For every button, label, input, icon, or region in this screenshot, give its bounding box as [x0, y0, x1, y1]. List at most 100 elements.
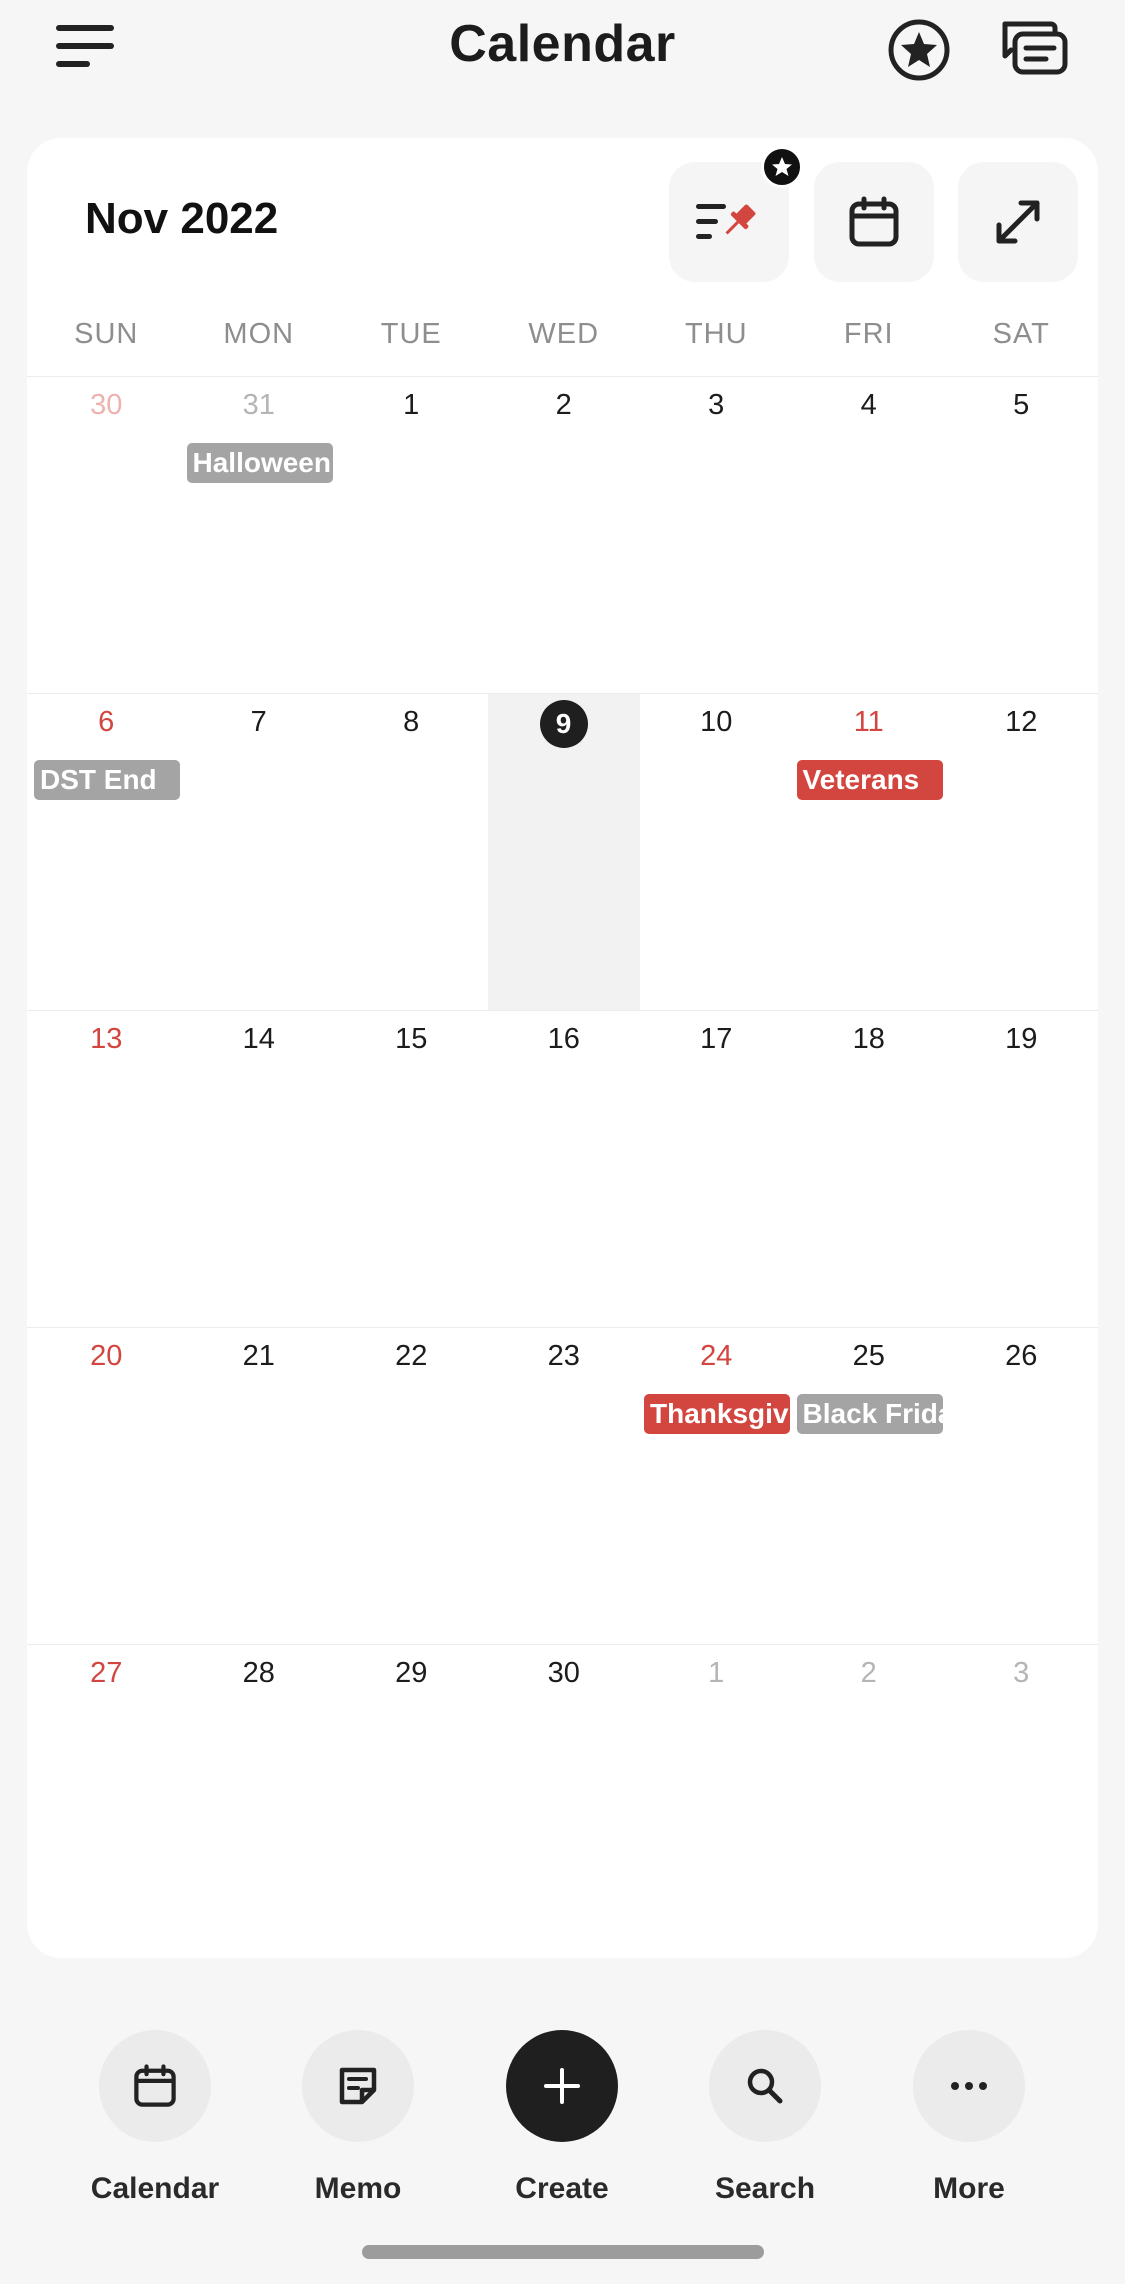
day-number: 21	[242, 1340, 275, 1372]
day-cell[interactable]: 1	[335, 377, 488, 693]
day-cell[interactable]: 11 Veterans	[793, 694, 946, 1010]
event-chip[interactable]: Thanksgiving	[644, 1394, 790, 1434]
day-cell[interactable]: 1	[640, 1645, 793, 1958]
weekday-label: THU	[684, 318, 748, 350]
messages-button[interactable]	[995, 12, 1075, 84]
day-cell[interactable]: 2	[488, 377, 641, 693]
day-cell[interactable]: 18	[793, 1011, 946, 1327]
day-cell[interactable]: 12	[945, 694, 1098, 1010]
day-number: 29	[395, 1657, 428, 1689]
day-cell[interactable]: 30	[30, 377, 183, 693]
day-number: 18	[852, 1023, 885, 1055]
day-cell[interactable]: 23	[488, 1328, 641, 1644]
event-chip[interactable]: DST End	[34, 760, 180, 800]
day-number: 31	[242, 389, 275, 421]
weekday-label: FRI	[843, 318, 894, 350]
week-row: 13 14 15 16 17 18 19	[27, 1010, 1098, 1327]
day-cell[interactable]: 7	[183, 694, 336, 1010]
day-number: 20	[90, 1340, 123, 1372]
day-cell[interactable]: 17	[640, 1011, 793, 1327]
bottom-nav: Calendar Memo Create Search More	[0, 2030, 1125, 2210]
nav-search-label: Search	[714, 2172, 816, 2205]
event-chip[interactable]: Black Friday	[796, 1394, 943, 1434]
pinned-list-icon	[696, 204, 756, 239]
day-cell[interactable]: 8	[335, 694, 488, 1010]
nav-more[interactable]: More	[869, 2030, 1069, 2206]
nav-search[interactable]: Search	[665, 2030, 865, 2206]
day-number: 1	[403, 389, 420, 421]
day-cell[interactable]: 26	[945, 1328, 1098, 1644]
nav-create-label: Create	[515, 2172, 609, 2205]
day-number: 7	[250, 706, 267, 738]
day-cell[interactable]: 28	[183, 1645, 336, 1958]
day-cell[interactable]: 24 Thanksgiving	[640, 1328, 793, 1644]
nav-calendar-circle[interactable]	[99, 2030, 211, 2142]
day-cell[interactable]: 22	[335, 1328, 488, 1644]
day-cell[interactable]: 3	[640, 377, 793, 693]
day-number: 1	[708, 1657, 725, 1689]
nav-more-circle[interactable]	[913, 2030, 1025, 2142]
day-cell[interactable]: 16	[488, 1011, 641, 1327]
day-number: 14	[242, 1023, 275, 1055]
event-chip[interactable]: Veterans	[796, 760, 943, 800]
nav-memo[interactable]: Memo	[258, 2030, 458, 2206]
star-circle-icon	[888, 19, 950, 81]
event-chip[interactable]: Halloween	[186, 443, 333, 483]
top-bar: Calendar	[0, 0, 1125, 110]
day-cell[interactable]: 29	[335, 1645, 488, 1958]
day-cell[interactable]: 2	[793, 1645, 946, 1958]
day-number: 23	[547, 1340, 580, 1372]
favorites-button[interactable]	[883, 14, 955, 86]
day-cell[interactable]: 3	[945, 1645, 1098, 1958]
calendar-view-button[interactable]	[814, 162, 934, 282]
day-cell[interactable]: 30	[488, 1645, 641, 1958]
day-number: 19	[1005, 1023, 1038, 1055]
day-number: 8	[403, 706, 420, 738]
day-cell[interactable]: 5	[945, 377, 1098, 693]
day-number: 22	[395, 1340, 428, 1372]
day-cell[interactable]: 15	[335, 1011, 488, 1327]
month-title[interactable]: Nov 2022	[85, 194, 278, 244]
day-number: 30	[547, 1657, 580, 1689]
day-number: 13	[90, 1023, 123, 1055]
day-number: 2	[555, 389, 572, 421]
nav-create[interactable]: Create	[462, 2030, 662, 2206]
day-number: 4	[860, 389, 877, 421]
day-cell[interactable]: 27	[30, 1645, 183, 1958]
day-cell[interactable]: 31 Halloween	[183, 377, 336, 693]
create-button[interactable]	[506, 2030, 618, 2142]
month-grid: 30 31 Halloween 1 2 3 4 5 6 DST End 7 8 9 10 11 Veteran…	[27, 376, 1098, 1958]
week-row: 6 DST End 7 8 9 10 11 Veterans 12	[27, 693, 1098, 1010]
day-cell[interactable]: 6 DST End	[30, 694, 183, 1010]
search-icon	[747, 2068, 783, 2104]
day-number: 30	[90, 389, 123, 421]
day-number: 3	[1013, 1657, 1030, 1689]
expand-button[interactable]	[958, 162, 1078, 282]
day-cell[interactable]: 20	[30, 1328, 183, 1644]
calendar-card: Nov 2022 SUN MON TUE WED THU FRI SAT 30 …	[27, 138, 1098, 1958]
nav-calendar[interactable]: Calendar	[55, 2030, 255, 2206]
day-number: 5	[1013, 389, 1030, 421]
plus-icon	[544, 2068, 580, 2104]
day-number: 26	[1005, 1340, 1038, 1372]
day-cell[interactable]: 19	[945, 1011, 1098, 1327]
today-marker: 9	[539, 700, 588, 748]
day-cell[interactable]: 4	[793, 377, 946, 693]
day-cell-today[interactable]: 9	[487, 694, 640, 1010]
nav-calendar-label: Calendar	[90, 2172, 220, 2205]
day-cell[interactable]: 21	[183, 1328, 336, 1644]
calendar-icon	[849, 196, 899, 247]
day-cell[interactable]: 13	[30, 1011, 183, 1327]
day-number: 6	[98, 706, 115, 738]
nav-memo-circle[interactable]	[302, 2030, 414, 2142]
day-number: 17	[700, 1023, 733, 1055]
day-cell[interactable]: 10	[640, 694, 793, 1010]
weekday-label: MON	[223, 318, 295, 350]
week-row: 30 31 Halloween 1 2 3 4 5	[27, 376, 1098, 693]
nav-search-circle[interactable]	[709, 2030, 821, 2142]
day-cell[interactable]: 25 Black Friday	[793, 1328, 946, 1644]
star-icon	[772, 157, 792, 176]
page-title: Calendar	[449, 15, 676, 73]
day-number: 15	[395, 1023, 428, 1055]
day-cell[interactable]: 14	[183, 1011, 336, 1327]
